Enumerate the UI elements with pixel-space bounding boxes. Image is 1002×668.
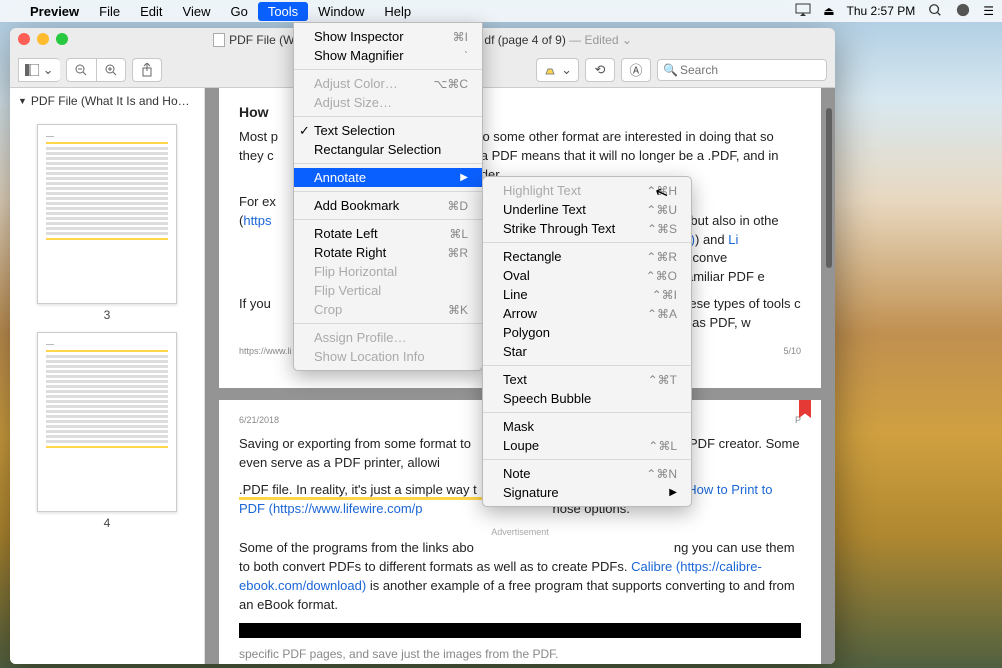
tools-item-rectangular-selection[interactable]: Rectangular Selection [294,140,482,159]
minimize-button[interactable] [37,33,49,45]
zoom-in-button[interactable] [96,58,126,82]
clock[interactable]: Thu 2:57 PM [847,4,916,18]
search-field[interactable]: 🔍 [657,59,827,81]
tools-item-annotate[interactable]: Annotate▶ [294,168,482,187]
annotate-item-star[interactable]: Star [483,342,691,361]
tools-item-crop: Crop⌘K [294,300,482,319]
bookmark-icon[interactable] [799,400,811,418]
annotate-item-strike-through-text[interactable]: Strike Through Text⌃⌘S [483,219,691,238]
close-button[interactable] [18,33,30,45]
https-link[interactable]: https [243,213,271,228]
tools-item-show-inspector[interactable]: Show Inspector⌘I [294,27,482,46]
annotate-item-arrow[interactable]: Arrow⌃⌘A [483,304,691,323]
menu-tools[interactable]: Tools [258,2,308,21]
tools-item-rotate-left[interactable]: Rotate Left⌘L [294,224,482,243]
tools-item-rotate-right[interactable]: Rotate Right⌘R [294,243,482,262]
annotate-item-rectangle[interactable]: Rectangle⌃⌘R [483,247,691,266]
tools-item-text-selection[interactable]: ✓Text Selection [294,121,482,140]
view-mode-button[interactable]: ⌄ [18,58,60,82]
annotate-item-polygon[interactable]: Polygon [483,323,691,342]
window-title-file: PDF File (W [229,33,294,47]
tools-item-adjust-size-: Adjust Size… [294,93,482,112]
annotate-submenu: Highlight Text⌃⌘HUnderline Text⌃⌘UStrike… [482,176,692,507]
advertisement-label: Advertisement [239,526,801,539]
share-button[interactable] [132,58,162,82]
tools-item-show-magnifier[interactable]: Show Magnifier` [294,46,482,65]
eject-icon[interactable]: ⏏ [823,4,834,18]
redacted-text [239,623,801,638]
tools-item-flip-vertical: Flip Vertical [294,281,482,300]
annotate-item-note[interactable]: Note⌃⌘N [483,464,691,483]
tools-item-show-location-info: Show Location Info [294,347,482,366]
siri-icon[interactable] [955,3,971,20]
page-thumbnail[interactable]: —— [37,124,177,304]
menu-edit[interactable]: Edit [130,2,172,21]
airplay-icon[interactable] [795,3,811,20]
document-icon [213,33,225,47]
tools-item-add-bookmark[interactable]: Add Bookmark⌘D [294,196,482,215]
annotate-item-line[interactable]: Line⌃⌘I [483,285,691,304]
thumbnail-sidebar[interactable]: ▼ PDF File (What It Is and Ho… —— 3 —— 4 [10,88,205,664]
rotate-button[interactable]: ⟲ [585,58,615,82]
annotate-item-oval[interactable]: Oval⌃⌘O [483,266,691,285]
annotate-item-text[interactable]: Text⌃⌘T [483,370,691,389]
menu-view[interactable]: View [173,2,221,21]
menu-file[interactable]: File [89,2,130,21]
thumbnail-label: 3 [10,308,204,322]
scroll-thumb[interactable] [826,108,832,268]
page-thumbnail[interactable]: —— [37,332,177,512]
window-title-rest: df (page 4 of 9) [484,33,565,47]
menu-go[interactable]: Go [220,2,257,21]
thumbnail-label: 4 [10,516,204,530]
system-menubar: Preview FileEditViewGoToolsWindowHelp ⏏ … [0,0,1002,22]
markup-button[interactable]: Ⓐ [621,58,651,82]
annotate-item-signature[interactable]: Signature▶ [483,483,691,502]
tools-item-assign-profile-: Assign Profile… [294,328,482,347]
annotate-item-loupe[interactable]: Loupe⌃⌘L [483,436,691,455]
search-input[interactable] [657,59,827,81]
disclosure-triangle-icon[interactable]: ▼ [18,96,27,106]
annotate-item-mask[interactable]: Mask [483,417,691,436]
zoom-out-button[interactable] [66,58,96,82]
sidebar-file-title[interactable]: ▼ PDF File (What It Is and Ho… [10,88,204,114]
annotate-item-speech-bubble[interactable]: Speech Bubble [483,389,691,408]
tools-menu-dropdown: Show Inspector⌘IShow Magnifier` Adjust Co… [293,22,483,371]
notifications-icon[interactable]: ☰ [983,4,994,18]
maximize-button[interactable] [56,33,68,45]
spotlight-icon[interactable] [927,3,943,20]
tools-item-flip-horizontal: Flip Horizontal [294,262,482,281]
menu-help[interactable]: Help [374,2,421,21]
tools-item-adjust-color-: Adjust Color…⌥⌘C [294,74,482,93]
li-link[interactable]: Li [728,232,738,247]
menu-window[interactable]: Window [308,2,374,21]
highlight-button[interactable]: ⌄ [536,58,579,82]
search-icon: 🔍 [663,63,678,77]
app-menu[interactable]: Preview [20,2,89,21]
